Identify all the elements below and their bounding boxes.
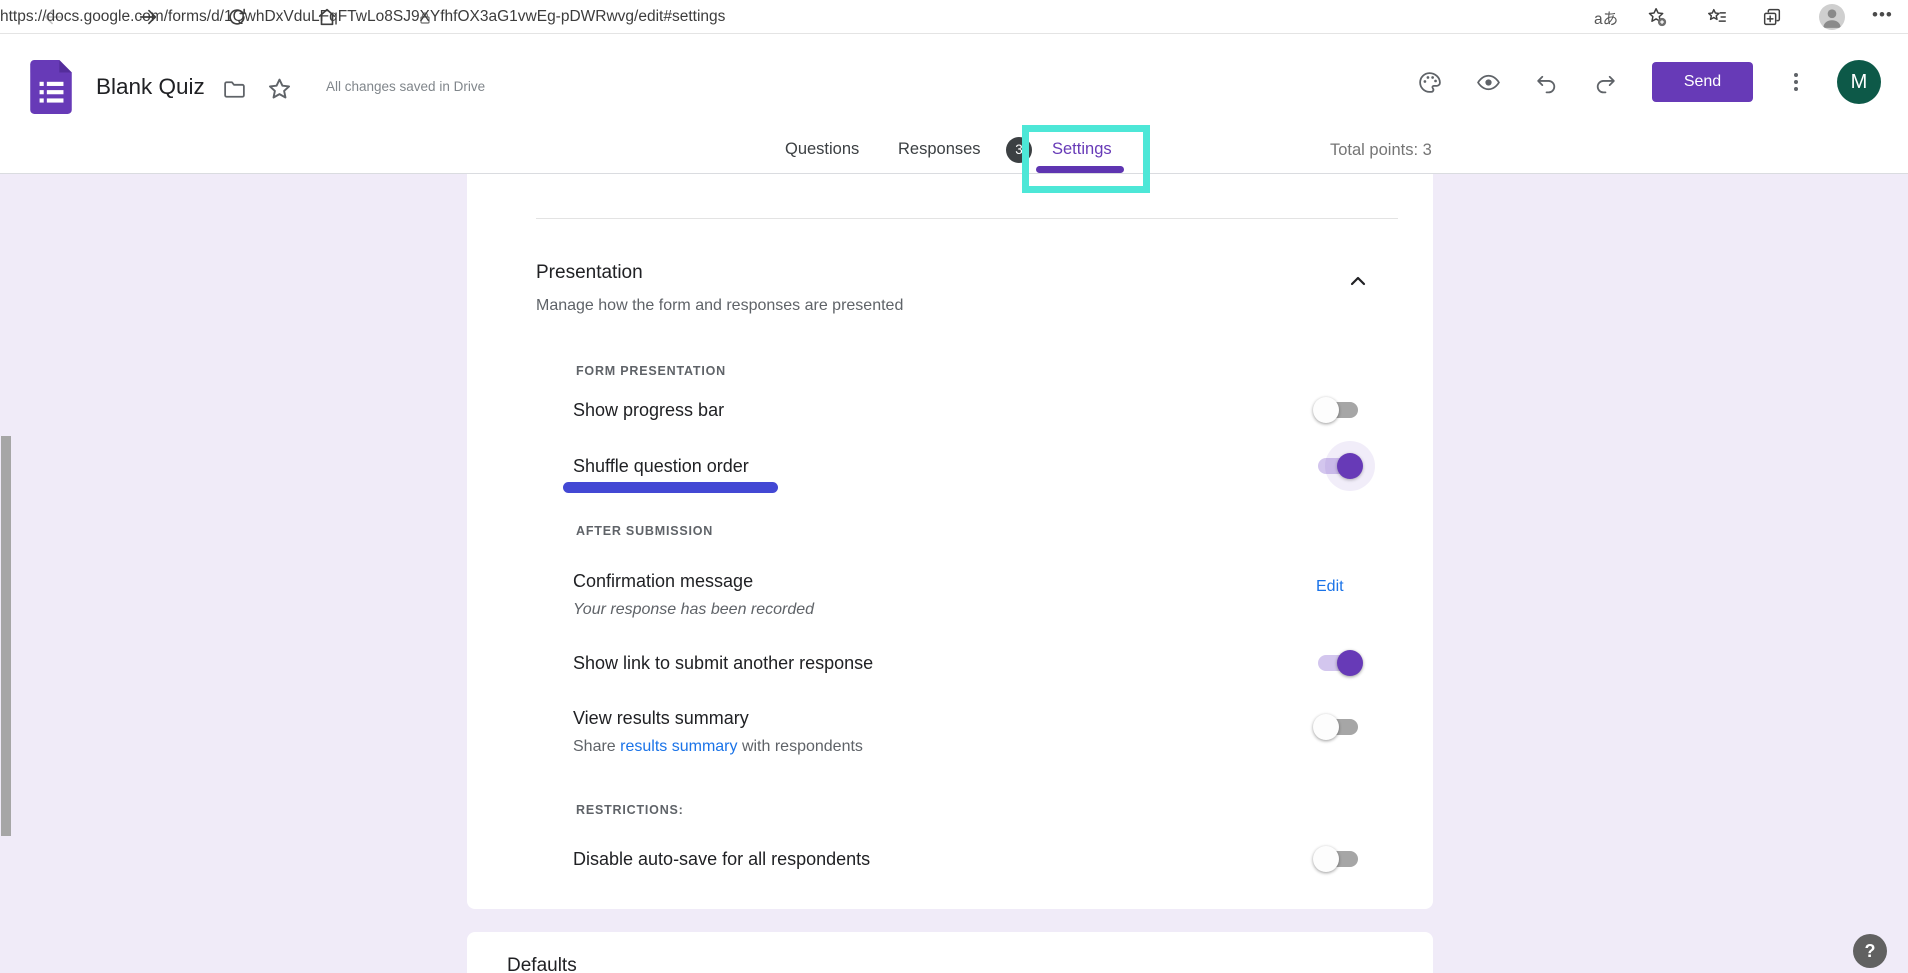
tab-responses[interactable]: Responses	[898, 140, 981, 159]
preview-eye-icon[interactable]	[1476, 70, 1501, 95]
redo-icon[interactable]	[1593, 70, 1618, 95]
collapse-chevron-up-icon[interactable]	[1346, 269, 1370, 293]
results-summary-link[interactable]: results summary	[620, 738, 737, 755]
edit-confirmation-link[interactable]: Edit	[1316, 578, 1344, 596]
undo-icon[interactable]	[1534, 70, 1559, 95]
share-results-line: Share results summary with respondents	[573, 737, 863, 757]
favorites-bar-icon[interactable]	[1706, 6, 1728, 28]
screen: https://docs.google.com/forms/d/1QwhDxVd…	[0, 0, 1908, 973]
presentation-title: Presentation	[536, 260, 643, 286]
confirmation-message-label: Confirmation message	[573, 570, 753, 592]
toggle-knob	[1313, 714, 1339, 740]
collections-icon[interactable]	[1761, 6, 1783, 28]
section-divider	[536, 218, 1398, 219]
address-bar[interactable]: https://docs.google.com/forms/d/1QwhDxVd…	[0, 8, 725, 26]
toggle-knob	[1337, 453, 1363, 479]
toggle-knob	[1313, 397, 1339, 423]
total-points: Total points: 3	[1330, 141, 1432, 160]
active-tab-indicator	[1036, 166, 1124, 173]
account-avatar[interactable]: M	[1837, 60, 1881, 104]
responses-count-badge: 3	[1006, 137, 1032, 163]
send-button[interactable]: Send	[1652, 62, 1753, 102]
tab-bar: Questions Responses 3 Settings Total poi…	[0, 118, 1908, 174]
browser-menu-icon[interactable]: •••	[1872, 5, 1893, 25]
defaults-card: Defaults	[467, 932, 1433, 973]
more-options-kebab-icon[interactable]	[1785, 70, 1807, 94]
share-suffix: with respondents	[738, 738, 863, 755]
after-submission-heading: AFTER SUBMISSION	[576, 524, 713, 538]
help-button[interactable]: ?	[1853, 934, 1887, 968]
view-results-summary-toggle[interactable]	[1315, 717, 1361, 737]
shuffle-question-order-toggle[interactable]	[1315, 456, 1361, 476]
forms-header: Blank Quiz All changes saved in Drive Se…	[0, 34, 1908, 118]
tab-settings[interactable]: Settings	[1052, 140, 1112, 159]
annotation-underline	[563, 482, 778, 493]
show-link-label: Show link to submit another response	[573, 652, 873, 674]
show-progress-bar-toggle[interactable]	[1315, 400, 1361, 420]
settings-content: Presentation Manage how the form and res…	[0, 174, 1908, 973]
star-icon[interactable]	[266, 76, 293, 103]
view-results-summary-label: View results summary	[573, 707, 749, 729]
save-status[interactable]: All changes saved in Drive	[326, 79, 485, 94]
disable-autosave-toggle[interactable]	[1315, 849, 1361, 869]
presentation-card: Presentation Manage how the form and res…	[467, 174, 1433, 909]
restrictions-heading: RESTRICTIONS:	[576, 803, 684, 817]
browser-profile-avatar[interactable]	[1819, 4, 1845, 30]
defaults-title: Defaults	[507, 953, 577, 973]
confirmation-message-value: Your response has been recorded	[573, 600, 814, 620]
show-progress-bar-label: Show progress bar	[573, 399, 724, 421]
share-prefix: Share	[573, 738, 620, 755]
move-folder-icon[interactable]	[222, 77, 247, 102]
disable-autosave-label: Disable auto-save for all respondents	[573, 848, 870, 870]
add-favorite-icon[interactable]	[1646, 6, 1668, 28]
scrollbar-thumb[interactable]	[1, 436, 11, 836]
customize-theme-palette-icon[interactable]	[1417, 70, 1442, 95]
tab-questions[interactable]: Questions	[785, 140, 859, 159]
form-presentation-heading: FORM PRESENTATION	[576, 364, 726, 378]
presentation-subtitle: Manage how the form and responses are pr…	[536, 296, 903, 316]
person-icon	[1819, 4, 1845, 30]
document-title[interactable]: Blank Quiz	[96, 74, 205, 100]
browser-toolbar: https://docs.google.com/forms/d/1QwhDxVd…	[0, 0, 1908, 34]
shuffle-question-order-label: Shuffle question order	[573, 455, 749, 477]
google-forms-logo-icon[interactable]	[30, 60, 72, 114]
show-link-toggle[interactable]	[1315, 653, 1361, 673]
toggle-knob	[1337, 650, 1363, 676]
translate-icon[interactable]: aあ	[1594, 7, 1618, 29]
toggle-knob	[1313, 846, 1339, 872]
